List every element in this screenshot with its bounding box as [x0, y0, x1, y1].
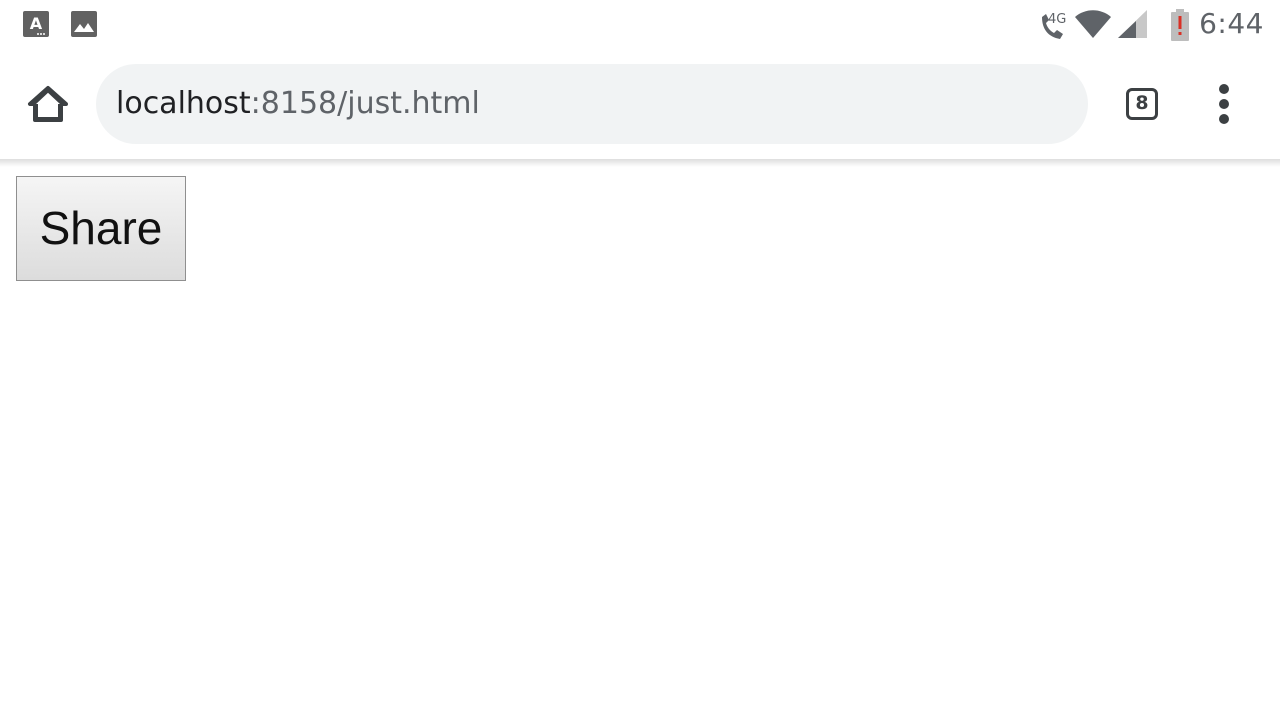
toolbar-shadow	[0, 159, 1280, 167]
url-bar[interactable]: localhost:8158/just.html	[96, 64, 1088, 144]
menu-dot	[1219, 84, 1229, 94]
call-4g-icon: 4G	[1042, 12, 1066, 39]
text-notification-icon: A	[23, 11, 49, 37]
battery-alert-icon	[1171, 9, 1189, 41]
home-icon[interactable]	[24, 80, 72, 128]
status-bar: A 4G 6:44	[0, 0, 1280, 50]
image-notification-icon	[71, 11, 97, 37]
more-vert-icon[interactable]	[1212, 84, 1236, 124]
svg-text:A: A	[30, 14, 43, 33]
network-label: 4G	[1048, 12, 1066, 27]
url-text[interactable]: localhost:8158/just.html	[116, 84, 480, 124]
url-host: localhost	[116, 86, 251, 121]
url-path: :8158/just.html	[250, 86, 480, 121]
status-clock: 6:44	[1199, 7, 1264, 40]
browser-toolbar: localhost:8158/just.html 8	[0, 50, 1280, 159]
tab-count: 8	[1135, 92, 1149, 114]
menu-dot	[1219, 99, 1229, 109]
menu-dot	[1219, 114, 1229, 124]
cell-signal-icon	[1118, 10, 1147, 38]
tabs-icon[interactable]: 8	[1126, 88, 1158, 120]
wifi-icon	[1075, 10, 1111, 38]
share-button[interactable]: Share	[16, 176, 186, 281]
